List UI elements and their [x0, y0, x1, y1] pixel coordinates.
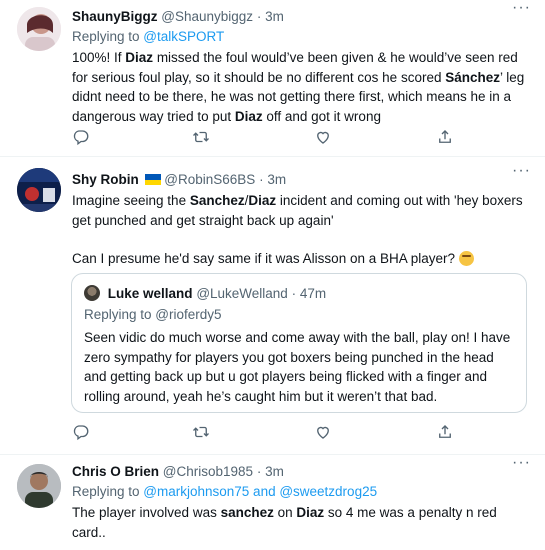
dot-separator: ·	[256, 9, 262, 24]
dot-separator: ·	[291, 286, 297, 301]
dot-separator: ·	[256, 464, 262, 479]
tweet-actions	[72, 128, 472, 148]
share-icon[interactable]	[436, 128, 456, 148]
like-icon[interactable]	[314, 128, 334, 148]
thinking-face-icon	[458, 251, 474, 266]
reply-icon[interactable]	[72, 128, 92, 148]
tweet-text: 100%! If Diaz missed the foul would’ve b…	[72, 48, 532, 126]
quoted-tweet[interactable]: Luke welland @LukeWelland · 47m Replying…	[71, 273, 527, 413]
tweet-paragraph: The player involved was sanchez on Diaz …	[72, 505, 497, 540]
more-icon[interactable]: ···	[512, 0, 531, 16]
tweet[interactable]: Shy Robin @RobinS66BS · 3m Imagine seein…	[0, 157, 545, 454]
mention-text: @rioferdy5	[155, 307, 222, 322]
tweet-body: Shy Robin @RobinS66BS · 3m Imagine seein…	[72, 171, 532, 269]
retweet-icon[interactable]	[192, 423, 212, 443]
replying-prefix: Replying to	[84, 307, 156, 322]
avatar	[84, 285, 100, 301]
display-name[interactable]: Shy Robin	[72, 172, 139, 187]
avatar[interactable]	[17, 168, 61, 212]
mention-link[interactable]: @talkSPORT	[143, 29, 224, 44]
retweet-icon[interactable]	[192, 128, 212, 148]
avatar[interactable]	[17, 7, 61, 51]
highlighted-term: Diaz	[296, 505, 325, 520]
like-icon[interactable]	[314, 423, 334, 443]
tweet-body: ShaunyBiggz @Shaunybiggz · 3m Replying t…	[72, 8, 532, 126]
quoted-tweet-header: Luke welland @LukeWelland · 47m	[84, 285, 326, 303]
user-handle[interactable]: @Shaunybiggz	[161, 9, 253, 24]
highlighted-term: sanchez	[220, 505, 274, 520]
user-handle[interactable]: @Chrisob1985	[163, 464, 253, 479]
tweet-body: Chris O Brien @Chrisob1985 · 3m Replying…	[72, 463, 532, 542]
replying-to: Replying to @rioferdy5	[84, 306, 222, 324]
highlighted-term: Diaz	[125, 50, 154, 65]
tweet-text: The player involved was sanchez on Diaz …	[72, 503, 532, 542]
user-handle[interactable]: @RobinS66BS	[164, 172, 255, 187]
tweet-header: Shy Robin @RobinS66BS · 3m	[72, 171, 532, 189]
more-icon[interactable]: ···	[512, 455, 531, 471]
avatar[interactable]	[17, 464, 61, 508]
display-name[interactable]: ShaunyBiggz	[72, 9, 158, 24]
highlighted-term: Sánchez	[445, 69, 500, 85]
reply-icon[interactable]	[72, 423, 92, 443]
tweet-paragraph: 100%! If Diaz missed the foul would’ve b…	[72, 50, 525, 124]
tweet[interactable]: Chris O Brien @Chrisob1985 · 3m Replying…	[0, 455, 545, 550]
timestamp: 47m	[299, 286, 327, 301]
replying-to: Replying to @markjohnson75 and @sweetzdr…	[72, 483, 532, 501]
display-name: Luke welland	[107, 286, 193, 301]
tweet-text: Imagine seeing the Sanchez/Diaz incident…	[72, 191, 532, 269]
user-handle: @LukeWelland	[196, 286, 288, 301]
timeline-feed: ShaunyBiggz @Shaunybiggz · 3m Replying t…	[0, 0, 545, 550]
tweet-header: Chris O Brien @Chrisob1985 · 3m	[72, 463, 532, 481]
tweet-actions	[72, 423, 472, 443]
replying-prefix: Replying to	[72, 484, 144, 499]
replying-to: Replying to @talkSPORT	[72, 28, 532, 46]
ukraine-flag-icon	[144, 174, 161, 185]
more-icon[interactable]: ···	[512, 163, 531, 179]
mention-link[interactable]: @markjohnson75 and @sweetzdrog25	[143, 484, 377, 499]
tweet-header: ShaunyBiggz @Shaunybiggz · 3m	[72, 8, 532, 26]
highlighted-term: Sanchez	[189, 193, 245, 208]
replying-prefix: Replying to	[72, 29, 144, 44]
timestamp[interactable]: 3m	[265, 464, 284, 479]
highlighted-term: Diaz	[234, 108, 263, 124]
tweet-paragraph: Imagine seeing the Sanchez/Diaz incident…	[72, 193, 523, 228]
dot-separator: ·	[259, 172, 264, 187]
timestamp[interactable]: 3m	[265, 9, 284, 24]
display-name[interactable]: Chris O Brien	[72, 464, 159, 479]
quoted-tweet-text: Seen vidic do much worse and come away w…	[84, 330, 511, 404]
highlighted-term: Diaz	[248, 193, 277, 208]
tweet-paragraph: Can I presume he'd say same if it was Al…	[72, 249, 532, 269]
share-icon[interactable]	[436, 423, 456, 443]
timestamp[interactable]: 3m	[267, 172, 286, 187]
tweet[interactable]: ShaunyBiggz @Shaunybiggz · 3m Replying t…	[0, 0, 545, 156]
